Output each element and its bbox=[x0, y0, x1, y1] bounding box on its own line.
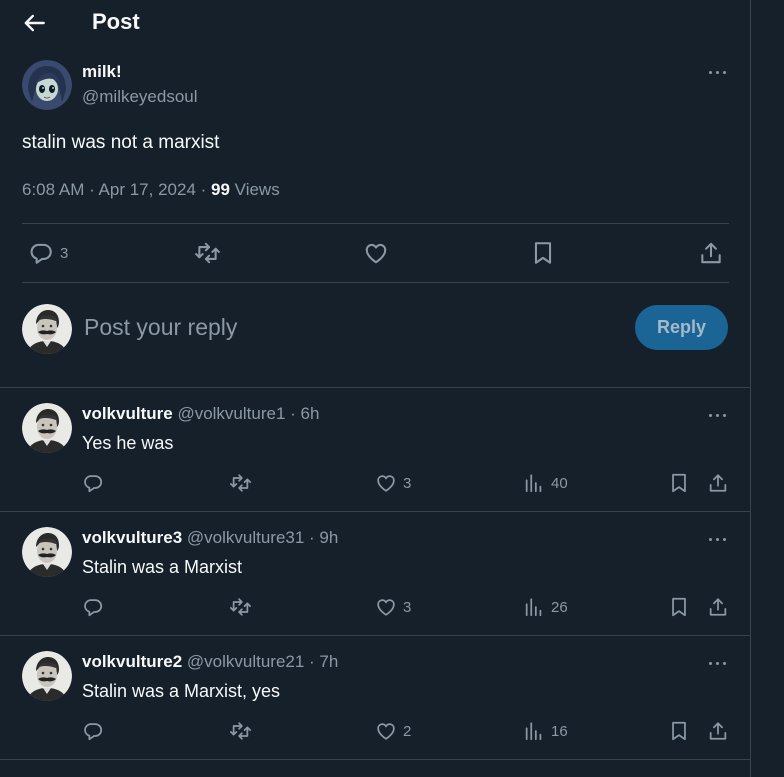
reply-action[interactable] bbox=[82, 596, 104, 618]
reply-author-name[interactable]: volkvulture3 bbox=[82, 528, 182, 547]
views-count: 99 bbox=[211, 180, 230, 199]
reply-avatar[interactable] bbox=[22, 527, 72, 577]
repost-action[interactable] bbox=[229, 720, 252, 742]
reply-input[interactable]: Post your reply bbox=[84, 314, 237, 341]
reply-icon bbox=[28, 240, 54, 266]
reply-avatar[interactable] bbox=[22, 403, 72, 453]
more-options-icon[interactable] bbox=[707, 64, 731, 80]
more-options-icon[interactable] bbox=[707, 655, 731, 671]
repost-action[interactable] bbox=[229, 472, 252, 494]
heart-icon bbox=[375, 720, 397, 742]
reply-author-name[interactable]: volkvulture bbox=[82, 404, 173, 423]
author-handle[interactable]: @milkeyedsoul bbox=[82, 87, 198, 107]
share-icon bbox=[707, 596, 729, 618]
reply-author-handle[interactable]: @volkvulture21 · 7h bbox=[187, 652, 338, 671]
reply-avatar[interactable] bbox=[22, 651, 72, 701]
bookmark-icon bbox=[530, 240, 556, 266]
repost-action[interactable] bbox=[229, 596, 252, 618]
reply-header: volkvulture @volkvulture1 · 6h bbox=[82, 404, 319, 424]
share-action[interactable] bbox=[698, 240, 724, 266]
reply-author-name[interactable]: volkvulture2 bbox=[82, 652, 182, 671]
reply-text: Stalin was a Marxist bbox=[82, 557, 243, 577]
view-count: 40 bbox=[551, 474, 568, 492]
bookmark-action[interactable] bbox=[668, 596, 690, 618]
repost-icon bbox=[194, 240, 221, 266]
reply-action[interactable] bbox=[82, 720, 104, 742]
share-icon bbox=[698, 240, 724, 266]
back-arrow-icon[interactable] bbox=[22, 10, 48, 36]
reply-item[interactable]: volkvulture2 @volkvulture21 · 7h Stalin … bbox=[0, 636, 750, 760]
like-action[interactable]: 2 bbox=[375, 720, 411, 742]
like-action[interactable]: 3 bbox=[375, 596, 411, 618]
reply-item[interactable]: volkvulture3 @volkvulture31 · 9h Stalin … bbox=[0, 512, 750, 636]
share-action[interactable] bbox=[707, 472, 729, 494]
post-timestamp[interactable]: 6:08 AM · Apr 17, 2024 · bbox=[22, 180, 211, 199]
more-options-icon[interactable] bbox=[707, 531, 731, 547]
like-count: 2 bbox=[403, 722, 412, 740]
analytics-icon bbox=[523, 472, 545, 494]
author-avatar[interactable] bbox=[22, 60, 72, 110]
bookmark-action[interactable] bbox=[668, 720, 690, 742]
views-action[interactable]: 40 bbox=[523, 472, 568, 494]
reply-button[interactable]: Reply bbox=[635, 305, 728, 350]
views-action[interactable]: 26 bbox=[523, 596, 568, 618]
reply-author-handle[interactable]: @volkvulture31 · 9h bbox=[187, 528, 338, 547]
heart-icon bbox=[375, 472, 397, 494]
like-count: 3 bbox=[403, 598, 412, 616]
own-avatar[interactable] bbox=[22, 304, 72, 354]
like-count: 3 bbox=[403, 474, 412, 492]
share-action[interactable] bbox=[707, 720, 729, 742]
heart-icon bbox=[363, 240, 389, 266]
share-action[interactable] bbox=[707, 596, 729, 618]
page-title: Post bbox=[92, 9, 140, 34]
post-text: stalin was not a marxist bbox=[22, 132, 220, 153]
reply-text: Yes he was bbox=[82, 433, 174, 453]
like-action[interactable]: 3 bbox=[375, 472, 411, 494]
post-meta: 6:08 AM · Apr 17, 2024 · 99 Views bbox=[22, 180, 280, 200]
share-icon bbox=[707, 472, 729, 494]
repost-icon bbox=[229, 472, 252, 494]
view-count: 16 bbox=[551, 722, 568, 740]
bookmark-icon bbox=[668, 720, 690, 742]
heart-icon bbox=[375, 596, 397, 618]
views-action[interactable]: 16 bbox=[523, 720, 568, 742]
timeline-column: Post milk! @milkeyedsoul stalin was not … bbox=[0, 0, 751, 777]
reply-author-handle[interactable]: @volkvulture1 · 6h bbox=[177, 404, 319, 423]
share-icon bbox=[707, 720, 729, 742]
view-count: 26 bbox=[551, 598, 568, 616]
more-options-icon[interactable] bbox=[707, 407, 731, 423]
like-action[interactable] bbox=[363, 240, 389, 266]
reply-item[interactable]: volkvulture @volkvulture1 · 6h Yes he wa… bbox=[0, 388, 750, 512]
reply-text: Stalin was a Marxist, yes bbox=[82, 681, 281, 701]
divider bbox=[0, 759, 750, 760]
reply-icon bbox=[82, 720, 104, 742]
repost-icon bbox=[229, 596, 252, 618]
reply-action[interactable]: 3 bbox=[28, 240, 68, 266]
bookmark-action[interactable] bbox=[668, 472, 690, 494]
author-name[interactable]: milk! bbox=[82, 62, 122, 82]
repost-action[interactable] bbox=[194, 240, 221, 266]
reply-header: volkvulture2 @volkvulture21 · 7h bbox=[82, 652, 338, 672]
divider bbox=[22, 223, 729, 224]
analytics-icon bbox=[523, 720, 545, 742]
bookmark-action[interactable] bbox=[530, 240, 556, 266]
reply-icon bbox=[82, 472, 104, 494]
repost-icon bbox=[229, 720, 252, 742]
bookmark-icon bbox=[668, 596, 690, 618]
reply-header: volkvulture3 @volkvulture31 · 9h bbox=[82, 528, 338, 548]
analytics-icon bbox=[523, 596, 545, 618]
page-header: Post bbox=[0, 0, 750, 46]
reply-count: 3 bbox=[60, 244, 69, 262]
reply-action[interactable] bbox=[82, 472, 104, 494]
views-label: Views bbox=[229, 180, 280, 199]
divider bbox=[22, 282, 729, 283]
bookmark-icon bbox=[668, 472, 690, 494]
reply-icon bbox=[82, 596, 104, 618]
